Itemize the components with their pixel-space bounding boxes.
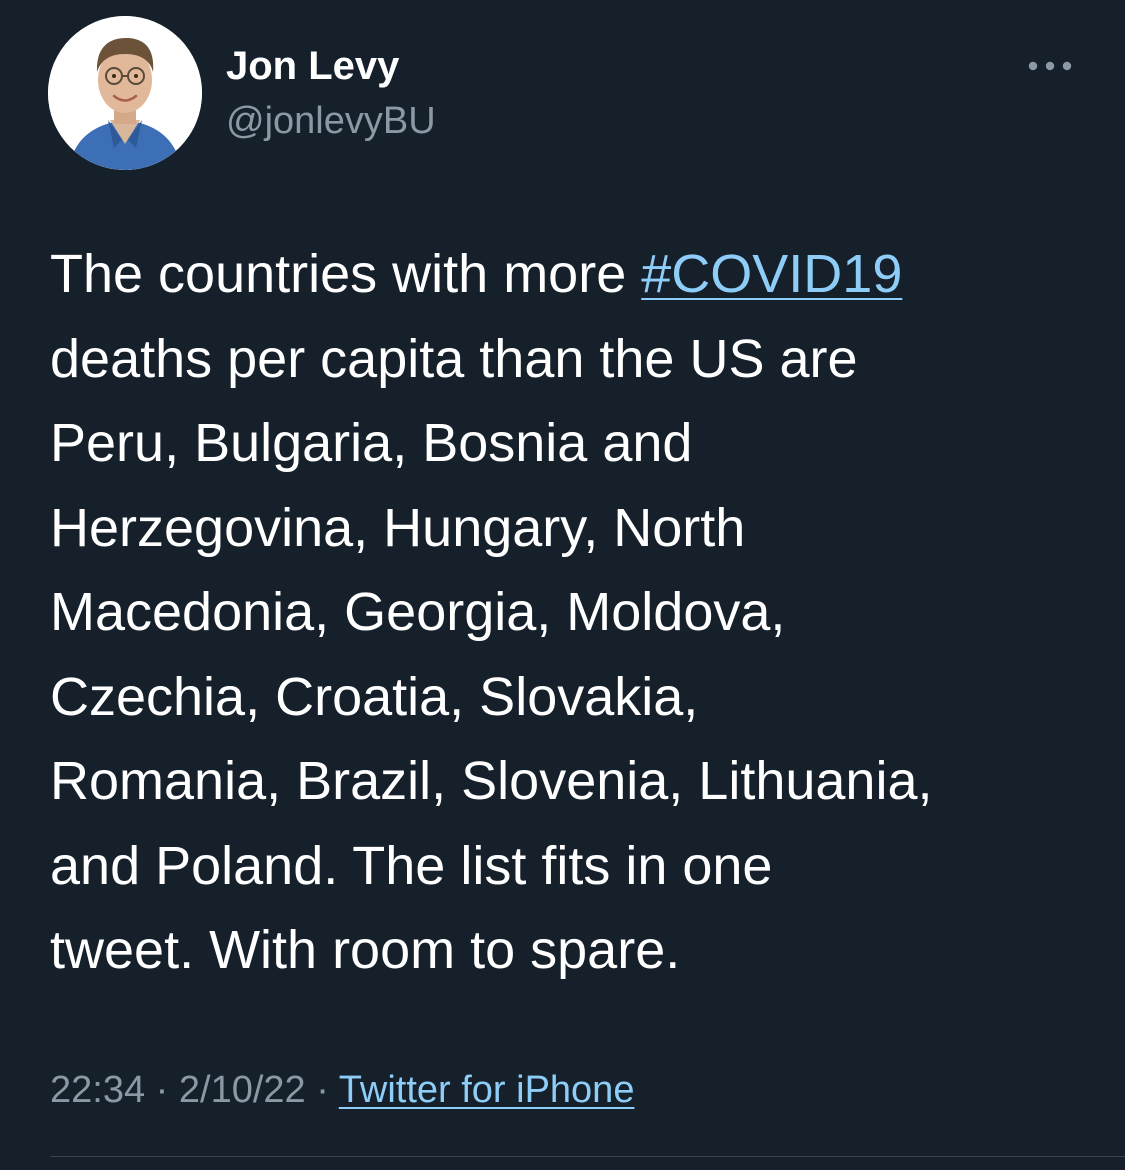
more-options-button[interactable] [1018, 44, 1082, 88]
tweet-text-line: Czechia, Croatia, Slovakia, [50, 666, 699, 727]
author-handle[interactable]: @jonlevyBU [226, 96, 436, 146]
hashtag-link[interactable]: #COVID19 [641, 244, 902, 304]
tweet-text-line: Herzegovina, Hungary, North [50, 497, 746, 558]
divider [50, 1156, 1125, 1157]
tweet-text-line: and Poland. The list fits in one [50, 835, 773, 896]
tweet-text-line: The countries with more [50, 244, 642, 304]
tweet-metadata: 22:34 · 2/10/22 · Twitter for iPhone [50, 1065, 634, 1115]
profile-photo [48, 16, 202, 170]
tweet-date: 2/10/22 [178, 1069, 306, 1111]
tweet-text-line: deaths per capita than the US are [50, 328, 858, 389]
author-display-name[interactable]: Jon Levy [226, 40, 399, 92]
more-horizontal-icon [1028, 61, 1072, 71]
tweet-text-line: Romania, Brazil, Slovenia, Lithuania, [50, 751, 933, 811]
tweet-text: The countries with more #COVID19 deaths p… [50, 232, 1095, 993]
tweet-text-line: Peru, Bulgaria, Bosnia and [50, 413, 693, 473]
tweet-source-link[interactable]: Twitter for iPhone [339, 1069, 635, 1111]
tweet-text-line: tweet. With room to spare. [50, 920, 681, 980]
tweet-time: 22:34 [50, 1069, 146, 1111]
meta-separator: · [155, 1069, 169, 1111]
avatar[interactable] [48, 16, 202, 170]
meta-separator: · [316, 1069, 329, 1111]
tweet-text-line: Macedonia, Georgia, Moldova, [50, 582, 786, 642]
